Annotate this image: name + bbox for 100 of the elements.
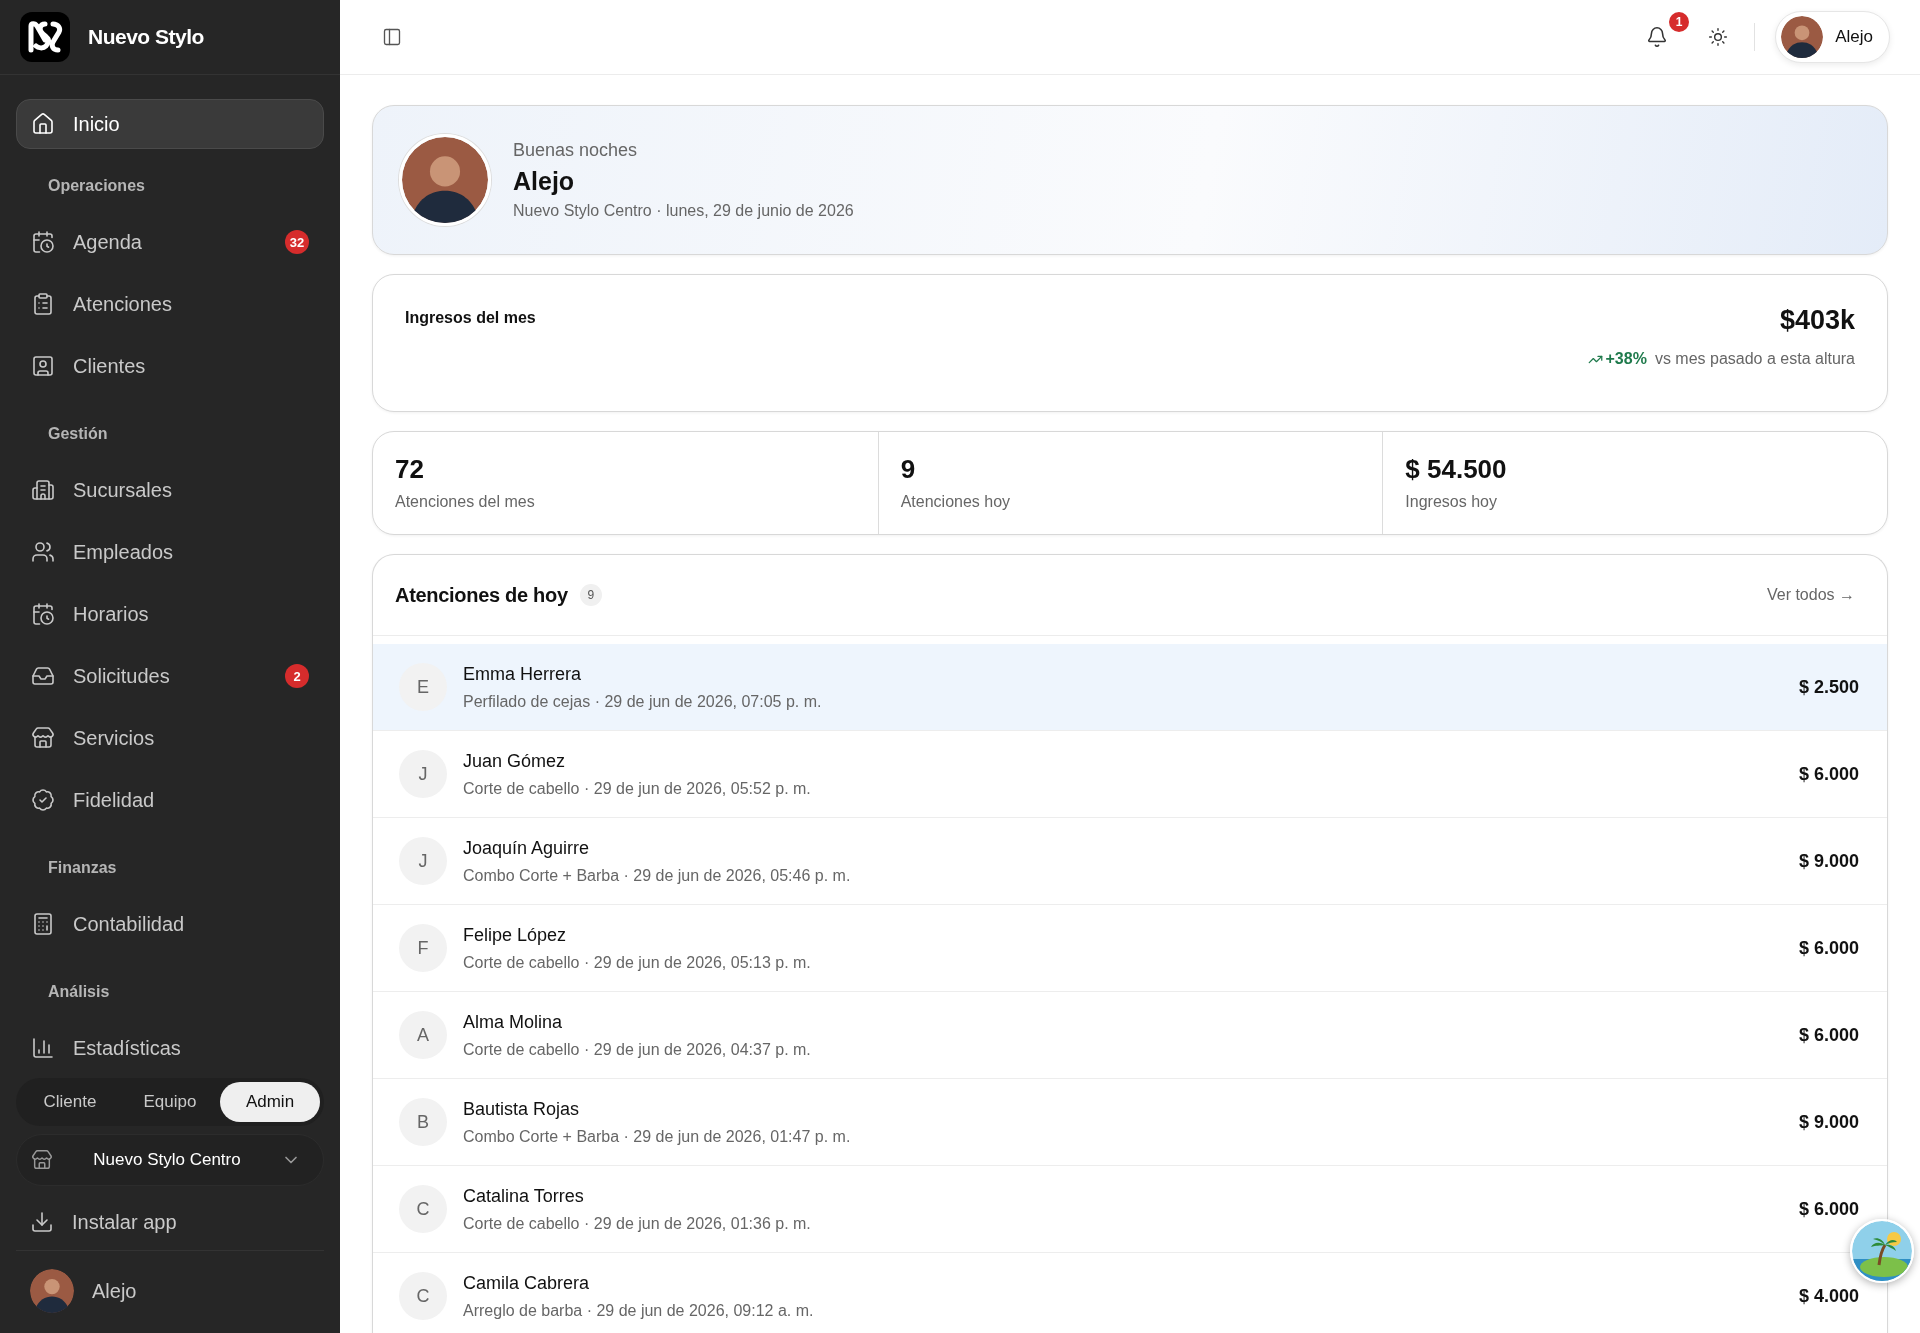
card-title: Atenciones de hoy [395,583,568,607]
appointment-row[interactable]: C Camila Cabrera Arreglo de barba · 29 de jun de 2026, 09:12 a. m. $ 4.000 [373,1252,1887,1333]
stat-label: Atenciones del mes [395,493,536,511]
greeting: Buenas noches [513,140,639,161]
calendar-clock-icon [31,602,55,626]
initial-avatar: A [399,1011,447,1059]
palm-tree-icon [1852,1221,1912,1281]
stat-value: 72 [395,454,425,485]
client-name: Joaquín Aguirre [463,837,591,859]
sidebar-item[interactable]: Contabilidad [16,893,324,955]
amount: $ 9.000 [1798,1111,1859,1133]
brand-name: Nuevo Stylo [88,25,204,49]
sidebar-item[interactable]: Clientes [16,335,324,397]
notifications-button[interactable] [1646,26,1669,48]
client-name: Bautista Rojas [463,1098,581,1120]
client-name: Emma Herrera [463,663,583,685]
initial-avatar: C [399,1272,447,1320]
sidebar-item[interactable]: Servicios [16,707,324,769]
sidebar-item[interactable]: Estadísticas [16,1017,324,1074]
sidebar-item[interactable]: Sucursales [16,459,324,521]
user-name: Alejo [513,167,576,196]
appointment-row[interactable]: A Alma Molina Corte de cabello · 29 de jun de 2026, 04:37 p. m. $ 6.000 [373,991,1887,1078]
floating-button[interactable] [1850,1219,1914,1283]
amount: $ 6.000 [1798,937,1859,959]
sidebar-item[interactable]: Horarios [16,583,324,645]
revenue-change: +38% [1587,350,1647,368]
appointment-detail: Corte de cabello · 29 de jun de 2026, 04:37 p. m. [463,1040,812,1059]
initial-avatar: J [399,750,447,798]
contact-card-icon [31,354,55,378]
avatar [1781,16,1824,58]
stat-value: $ 54.500 [1405,454,1508,485]
install-app-button[interactable]: Instalar app [16,1194,324,1251]
appointment-detail: Corte de cabello · 29 de jun de 2026, 01:36 p. m. [463,1214,812,1233]
amount: $ 2.500 [1798,676,1859,698]
sidebar-item[interactable]: Fidelidad [16,769,324,831]
logo-icon [20,12,70,62]
appointment-detail: Perfilado de cejas · 29 de jun de 2026, 07:05 p. m. [463,692,823,711]
role-tab[interactable]: Equipo [120,1082,220,1122]
section-title: Finanzas [47,858,118,878]
amount: $ 6.000 [1798,1024,1859,1046]
bell-icon [1646,26,1669,48]
role-tab[interactable]: Admin [220,1082,320,1122]
sidebar-item[interactable]: Agenda 32 [16,211,324,273]
avatar [30,1269,74,1313]
sidebar-item[interactable]: Solicitudes 2 [16,645,324,707]
initial-avatar: J [399,837,447,885]
initial-avatar: E [399,663,447,711]
appointment-detail: Combo Corte + Barba · 29 de jun de 2026, 01:47 p. m. [463,1127,852,1146]
badge-check-icon [31,788,55,812]
appointment-detail: Arreglo de barba · 29 de jun de 2026, 09:12 a. m. [463,1301,815,1320]
comparison-text: vs mes pasado a esta altura [1654,350,1855,368]
sidebar-item[interactable]: Empleados [16,521,324,583]
download-icon [30,1210,54,1234]
client-name: Camila Cabrera [463,1272,591,1294]
store-icon [31,726,55,750]
sidebar-item[interactable]: Inicio [16,99,324,149]
count-badge: 9 [579,584,602,606]
appointment-row[interactable]: C Catalina Torres Corte de cabello · 29 de jun de 2026, 01:36 p. m. $ 6.000 [373,1165,1887,1252]
branch-and-date: Nuevo Stylo Centro · lunes, 29 de junio de 2026 [513,202,854,220]
panel-left-icon [382,27,402,47]
calculator-icon [31,912,55,936]
store-icon [31,1149,53,1171]
sun-icon [1708,27,1729,47]
appointment-detail: Corte de cabello · 29 de jun de 2026, 05:13 p. m. [463,953,812,972]
initial-avatar: F [399,924,447,972]
initial-avatar: B [399,1098,447,1146]
building-icon [31,478,55,502]
appointment-detail: Combo Corte + Barba · 29 de jun de 2026, 05:46 p. m. [463,866,852,885]
client-name: Juan Gómez [463,750,567,772]
view-all-link[interactable]: Ver todos → [1766,586,1855,604]
appointment-row[interactable]: J Juan Gómez Corte de cabello · 29 de jun de 2026, 05:52 p. m. $ 6.000 [373,730,1887,817]
appointment-row[interactable]: F Felipe López Corte de cabello · 29 de jun de 2026, 05:13 p. m. $ 6.000 [373,904,1887,991]
revenue-value: $403k [1779,305,1855,336]
users-icon [31,540,55,564]
client-name: Alma Molina [463,1011,564,1033]
role-tab[interactable]: Cliente [20,1082,120,1122]
client-name: Catalina Torres [463,1185,585,1207]
stat-label: Atenciones hoy [900,493,1012,511]
amount: $ 4.000 [1798,1285,1859,1307]
inbox-icon [31,664,55,688]
user-name: Alejo [92,1279,137,1303]
home-icon [31,112,55,136]
calendar-clock-icon [31,230,55,254]
amount: $ 9.000 [1798,850,1859,872]
stat-value: 9 [900,454,917,485]
appointment-row[interactable]: J Joaquín Aguirre Combo Corte + Barba · 29 de jun de 2026, 05:46 p. m. $ 9.000 [373,817,1887,904]
branch-selector[interactable]: Nuevo Stylo Centro [16,1134,324,1186]
initial-avatar: C [399,1185,447,1233]
clipboard-icon [31,292,55,316]
count-badge: 2 [285,664,309,688]
appointment-row[interactable]: B Bautista Rojas Combo Corte + Barba · 29 de jun de 2026, 01:47 p. m. $ 9.000 [373,1078,1887,1165]
bar-chart-icon [31,1036,55,1060]
stat-label: Ingresos hoy [1405,493,1498,511]
section-title: Gestión [47,424,109,444]
sidebar-item[interactable]: Atenciones [16,273,324,335]
section-title: Análisis [47,982,111,1002]
client-name: Felipe López [463,924,568,946]
user-menu-button[interactable]: Alejo [1775,11,1890,63]
amount: $ 6.000 [1798,763,1859,785]
appointment-row[interactable]: E Emma Herrera Perfilado de cejas · 29 de jun de 2026, 07:05 p. m. $ 2.500 [373,644,1887,730]
